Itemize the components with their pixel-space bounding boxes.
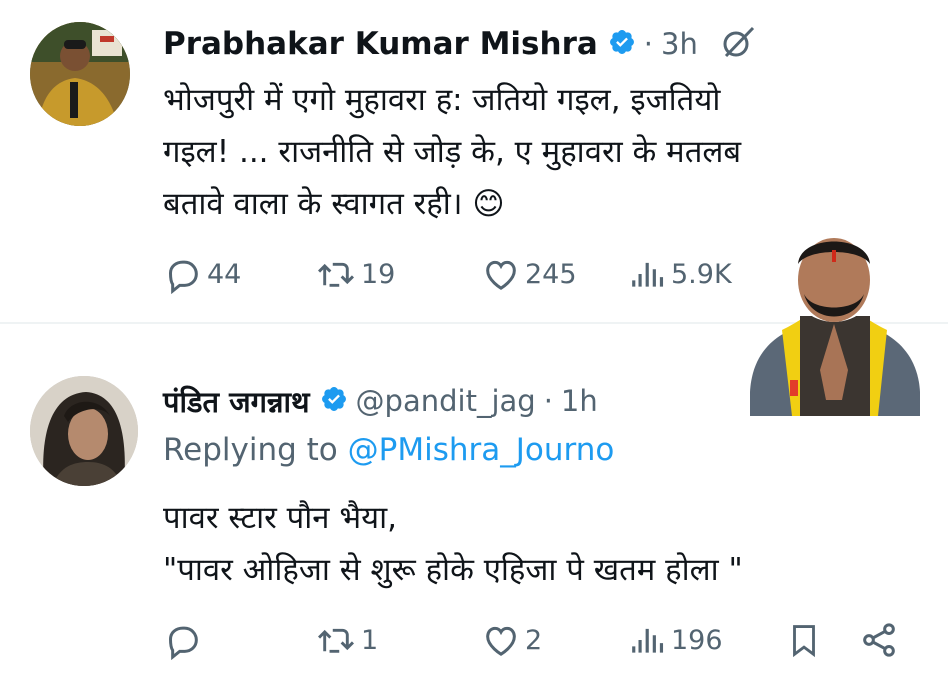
grok-icon[interactable]: [720, 24, 756, 64]
share-icon: [859, 620, 899, 660]
author-name[interactable]: पंडित जगन्नाथ: [163, 382, 310, 421]
repost-icon: [315, 620, 357, 660]
bookmark-button[interactable]: [785, 620, 823, 660]
body-line: पावर स्टार पौन भैया,: [163, 500, 398, 536]
replying-to: Replying to @PMishra_Journo: [163, 432, 614, 468]
author-avatar[interactable]: [30, 22, 130, 126]
like-icon: [481, 620, 521, 660]
body-line: गइल! ... राजनीति से जोड़ के, ए मुहावरा क…: [163, 134, 742, 170]
dot-separator: ·: [543, 384, 553, 418]
views-icon: [629, 620, 667, 660]
author-name[interactable]: Prabhakar Kumar Mishra: [163, 26, 598, 62]
like-button[interactable]: 245: [481, 254, 577, 294]
tweet-header: पंडित जगन्नाथ @pandit_jag · 1h: [163, 376, 598, 426]
body-line: भोजपुरी में एगो मुहावरा ह: जतियो गइल, इज…: [163, 82, 721, 118]
like-count: 245: [525, 258, 577, 290]
body-line: "पावर ओहिजा से शुरू होके एहिजा पे खतम हो…: [163, 552, 743, 588]
author-handle[interactable]: @pandit_jag: [356, 384, 536, 418]
dot-separator: ·: [643, 27, 653, 61]
reply-button[interactable]: [163, 620, 207, 660]
repost-count: 1: [361, 624, 379, 656]
replying-handle-link[interactable]: @PMishra_Journo: [348, 432, 615, 468]
tweet-header: Prabhakar Kumar Mishra · 3h: [163, 22, 756, 66]
person-sticker-image: [742, 220, 927, 420]
like-count: 2: [525, 624, 543, 656]
views-button[interactable]: 5.9K: [629, 254, 732, 294]
repost-icon: [315, 254, 357, 294]
reply-button[interactable]: 44: [163, 254, 241, 294]
views-icon: [629, 254, 667, 294]
repost-count: 19: [361, 258, 396, 290]
reply-count: 44: [207, 258, 242, 290]
tweet-time[interactable]: 3h: [661, 27, 698, 61]
views-button[interactable]: 196: [629, 620, 723, 660]
views-count: 5.9K: [671, 258, 732, 290]
repost-button[interactable]: 19: [315, 254, 395, 294]
views-count: 196: [671, 624, 723, 656]
reply-icon: [163, 620, 203, 660]
tweet-body: भोजपुरी में एगो मुहावरा ह: जतियो गइल, इज…: [163, 74, 742, 230]
tweet-time[interactable]: 1h: [561, 384, 598, 418]
replying-label: Replying to: [163, 432, 338, 468]
verified-badge-icon: [608, 28, 636, 60]
like-icon: [481, 254, 521, 294]
verified-badge-icon: [320, 385, 348, 417]
author-avatar[interactable]: [30, 376, 138, 486]
reply-icon: [163, 254, 203, 294]
bookmark-icon: [785, 620, 823, 660]
like-button[interactable]: 2: [481, 620, 542, 660]
repost-button[interactable]: 1: [315, 620, 378, 660]
body-line: बतावे वाला के स्वागत रही। 😊: [163, 186, 505, 222]
share-button[interactable]: [859, 620, 899, 660]
tweet-body: पावर स्टार पौन भैया, "पावर ओहिजा से शुरू…: [163, 492, 923, 596]
